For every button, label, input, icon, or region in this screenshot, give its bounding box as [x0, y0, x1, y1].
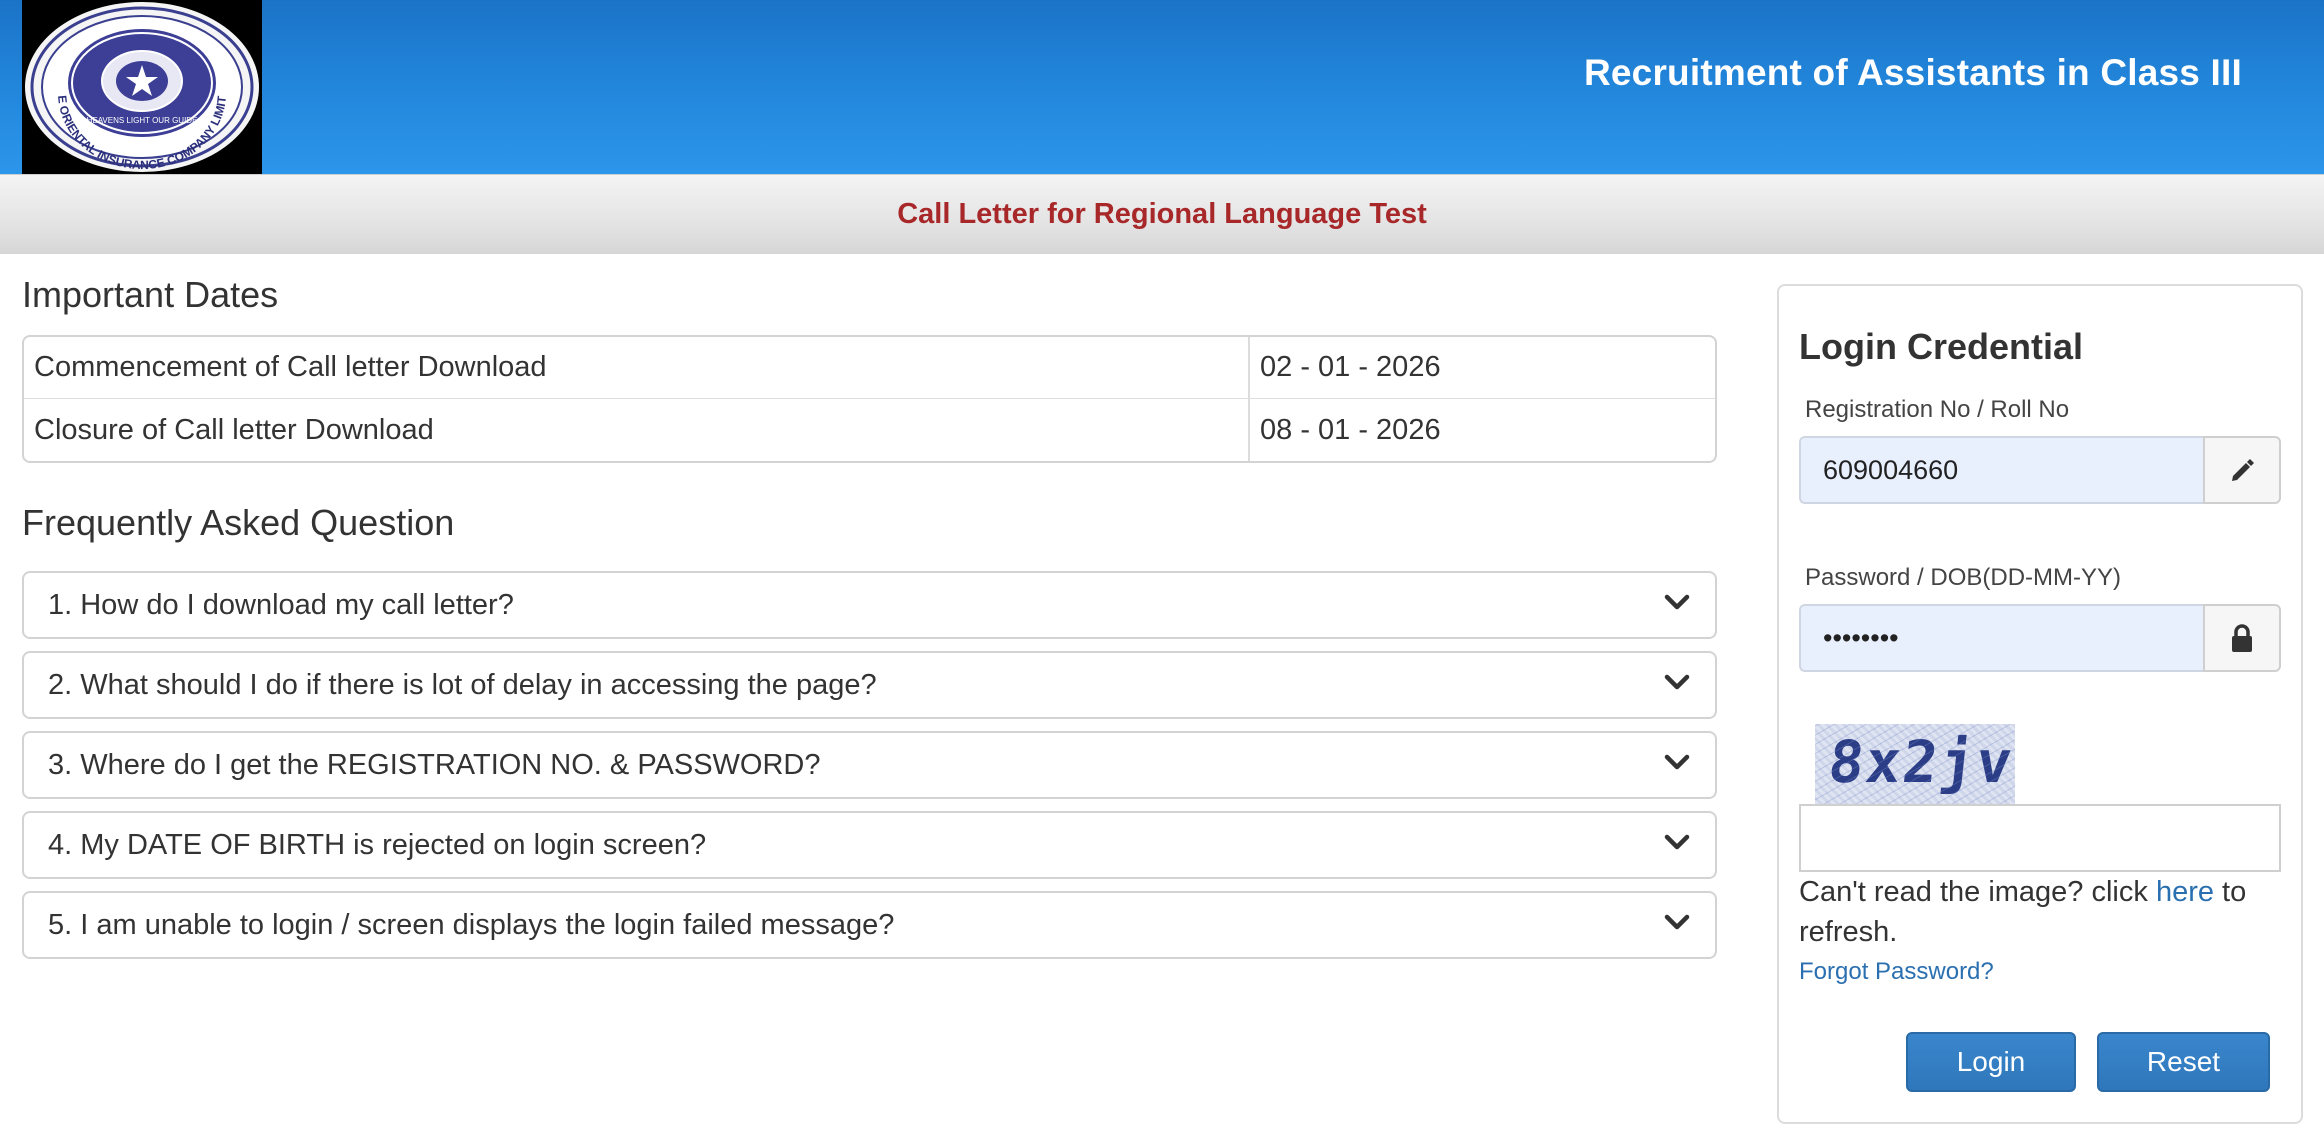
subheader-bar: Call Letter for Regional Language Test — [0, 174, 2324, 254]
captcha-input[interactable] — [1799, 804, 2281, 872]
lock-icon — [2203, 604, 2281, 672]
important-dates-table: Commencement of Call letter Download 02 … — [22, 335, 1717, 463]
chevron-down-icon — [1663, 912, 1691, 932]
chevron-down-icon — [1663, 672, 1691, 692]
page-title: Recruitment of Assistants in Class III — [1583, 52, 2242, 93]
svg-text:HEAVENS LIGHT OUR GUIDE: HEAVENS LIGHT OUR GUIDE — [87, 116, 198, 125]
login-button[interactable]: Login — [1906, 1032, 2076, 1092]
date-value: 02 - 01 - 2026 — [1260, 351, 1441, 383]
page-header: THE ORIENTAL INSURANCE COMPANY LIMITED H… — [0, 0, 2324, 174]
reset-button[interactable]: Reset — [2097, 1032, 2270, 1092]
captcha-refresh-link[interactable]: here — [2156, 876, 2214, 908]
chevron-down-icon — [1663, 592, 1691, 612]
faq-question: 1. How do I download my call letter? — [48, 588, 514, 621]
captcha-refresh-note: Can't read the image? click here to refr… — [1799, 872, 2289, 952]
registration-input-group — [1799, 436, 2281, 504]
date-label: Closure of Call letter Download — [24, 399, 1250, 461]
login-panel: Login Credential Registration No / Roll … — [1777, 284, 2303, 1124]
faq-question: 4. My DATE OF BIRTH is rejected on login… — [48, 828, 707, 861]
captcha-image: 8x2jv — [1815, 724, 2015, 804]
faq-item-2[interactable]: 2. What should I do if there is lot of d… — [22, 651, 1717, 719]
registration-input[interactable] — [1799, 436, 2203, 504]
password-label: Password / DOB(DD-MM-YY) — [1805, 564, 2122, 591]
chevron-down-icon — [1663, 752, 1691, 772]
forgot-password-link[interactable]: Forgot Password? — [1799, 958, 1994, 986]
table-row: Closure of Call letter Download 08 - 01 … — [24, 399, 1715, 461]
faq-item-4[interactable]: 4. My DATE OF BIRTH is rejected on login… — [22, 811, 1717, 879]
faq-item-3[interactable]: 3. Where do I get the REGISTRATION NO. &… — [22, 731, 1717, 799]
date-label: Commencement of Call letter Download — [24, 337, 1250, 398]
captcha-noise — [1815, 724, 2015, 804]
pencil-icon — [2203, 436, 2281, 504]
subheader-title: Call Letter for Regional Language Test — [897, 198, 1427, 230]
company-logo: THE ORIENTAL INSURANCE COMPANY LIMITED H… — [22, 0, 262, 174]
table-row: Commencement of Call letter Download 02 … — [24, 337, 1715, 399]
oriental-insurance-seal-icon: THE ORIENTAL INSURANCE COMPANY LIMITED H… — [24, 1, 259, 172]
password-input-group — [1799, 604, 2281, 672]
faq-question: 5. I am unable to login / screen display… — [48, 908, 895, 941]
important-dates-heading: Important Dates — [22, 274, 279, 315]
chevron-down-icon — [1663, 832, 1691, 852]
login-title: Login Credential — [1799, 326, 2084, 367]
password-input[interactable] — [1799, 604, 2203, 672]
faq-accordion: 1. How do I download my call letter? 2. … — [22, 571, 1717, 971]
faq-item-5[interactable]: 5. I am unable to login / screen display… — [22, 891, 1717, 959]
faq-question: 3. Where do I get the REGISTRATION NO. &… — [48, 748, 821, 781]
refresh-prefix: Can't read the image? click — [1799, 876, 2156, 908]
date-value: 08 - 01 - 2026 — [1260, 413, 1441, 446]
faq-heading: Frequently Asked Question — [22, 502, 455, 543]
faq-item-1[interactable]: 1. How do I download my call letter? — [22, 571, 1717, 639]
faq-question: 2. What should I do if there is lot of d… — [48, 668, 877, 701]
registration-label: Registration No / Roll No — [1805, 396, 2070, 423]
